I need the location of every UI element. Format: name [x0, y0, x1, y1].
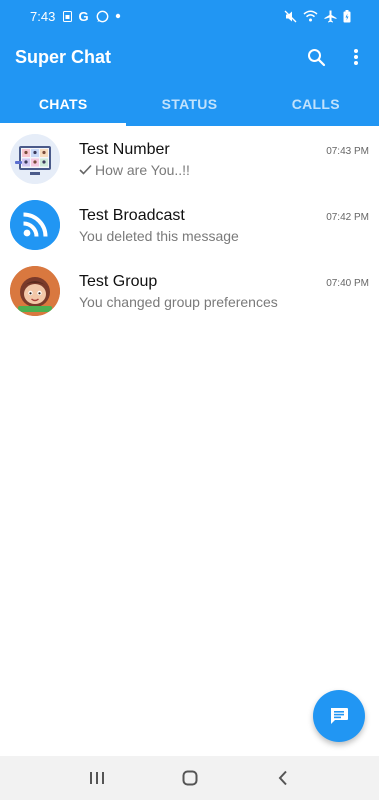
- avatar: [10, 200, 60, 250]
- status-bar: 7:43 G: [0, 0, 379, 32]
- app-title: Super Chat: [15, 46, 112, 67]
- chat-body: Test Group 07:40 PM You changed group pr…: [79, 273, 369, 310]
- svg-text:G: G: [79, 10, 89, 22]
- avatar: [10, 134, 60, 184]
- whatsapp-icon: [96, 10, 109, 23]
- chat-message-text: You changed group preferences: [79, 293, 278, 310]
- tab-status[interactable]: STATUS: [126, 82, 252, 126]
- chat-message-text: How are You..!!: [95, 161, 190, 178]
- app-bar: Super Chat: [0, 32, 379, 82]
- status-time: 7:43: [30, 8, 56, 24]
- wifi-icon: [303, 10, 318, 22]
- airplane-icon: [324, 10, 337, 23]
- chat-item-test-group[interactable]: Test Group 07:40 PM You changed group pr…: [0, 258, 379, 324]
- chat-top: Test Broadcast 07:42 PM: [79, 207, 369, 225]
- chat-time: 07:42 PM: [326, 211, 369, 223]
- status-bar-left: 7:43 G: [30, 9, 121, 24]
- chat-item-test-broadcast[interactable]: Test Broadcast 07:42 PM You deleted this…: [0, 192, 379, 258]
- chat-time: 07:43 PM: [326, 145, 369, 157]
- chat-name: Test Broadcast: [79, 206, 185, 224]
- message-icon: [331, 708, 348, 724]
- home-icon[interactable]: [170, 758, 210, 798]
- avatar: [10, 266, 60, 316]
- chat-top: Test Group 07:40 PM: [79, 273, 369, 291]
- tab-bar: CHATS STATUS CALLS: [0, 82, 379, 126]
- back-icon[interactable]: [263, 758, 303, 798]
- dot-icon: [115, 13, 121, 19]
- broadcast-icon: [10, 200, 60, 250]
- chat-body: Test Broadcast 07:42 PM You deleted this…: [79, 207, 369, 244]
- system-nav-bar: [0, 756, 379, 800]
- app-bar-actions: [303, 44, 369, 70]
- chat-body: Test Number 07:43 PM How are You..!!: [79, 141, 369, 178]
- new-chat-button[interactable]: [313, 690, 365, 742]
- more-vert-icon[interactable]: [343, 44, 369, 70]
- video-call-illustration: [10, 134, 60, 184]
- tab-chats[interactable]: CHATS: [0, 82, 127, 126]
- status-bar-right: [284, 9, 351, 23]
- chat-message: You deleted this message: [79, 228, 369, 244]
- chat-message-text: You deleted this message: [79, 227, 239, 244]
- search-icon[interactable]: [303, 44, 329, 70]
- chat-item-test-number[interactable]: Test Number 07:43 PM How are You..!!: [0, 126, 379, 192]
- chat-name: Test Number: [79, 140, 170, 158]
- group-avatar-icon: [10, 266, 60, 316]
- mute-icon: [284, 10, 297, 23]
- sim-icon: [63, 10, 73, 22]
- recent-apps-icon[interactable]: [77, 758, 117, 798]
- chat-name: Test Group: [79, 272, 158, 290]
- google-icon: G: [78, 10, 90, 22]
- chat-time: 07:40 PM: [326, 277, 369, 289]
- chat-list: Test Number 07:43 PM How are You..!! Tes…: [0, 126, 379, 324]
- chat-top: Test Number 07:43 PM: [79, 141, 369, 159]
- chat-message: You changed group preferences: [79, 294, 369, 310]
- tab-calls[interactable]: CALLS: [253, 82, 379, 126]
- check-icon: [79, 162, 92, 178]
- chat-message: How are You..!!: [79, 162, 369, 178]
- battery-icon: [343, 9, 351, 23]
